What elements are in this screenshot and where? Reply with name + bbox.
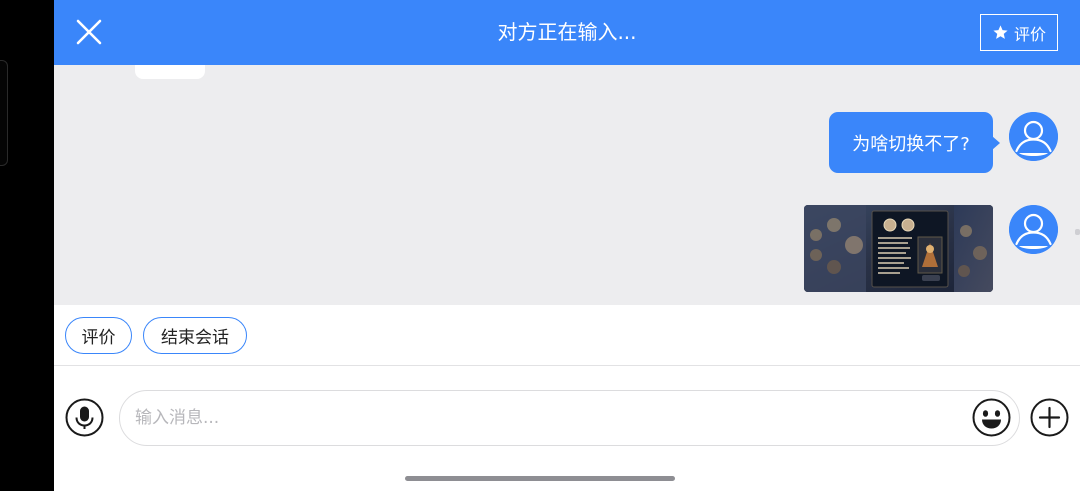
chat-app: 对方正在输入... 评价 为啥切换不了? 评价 结束会话 输入消息... (54, 0, 1080, 491)
message-list[interactable]: 为啥切换不了? (54, 65, 1080, 305)
bubble-tail (992, 136, 1000, 150)
star-icon (993, 25, 1008, 39)
message-image[interactable] (804, 205, 993, 292)
device-edge-notch (0, 60, 8, 166)
message-text: 为啥切换不了? (852, 133, 970, 155)
emoji-button[interactable] (972, 398, 1011, 437)
header-bar: 对方正在输入... 评价 (54, 0, 1080, 65)
microphone-icon (65, 398, 104, 437)
quick-action-end-session[interactable]: 结束会话 (143, 317, 247, 354)
left-device-bezel (0, 0, 54, 491)
rate-button-label: 评价 (1013, 24, 1046, 44)
quick-action-label: 结束会话 (161, 328, 229, 348)
quick-action-rate[interactable]: 评价 (65, 317, 132, 354)
user-avatar-icon (1009, 205, 1058, 254)
header-title: 对方正在输入... (497, 20, 637, 44)
rate-button[interactable]: 评价 (980, 14, 1058, 51)
message-bubble-text[interactable]: 为啥切换不了? (829, 112, 1000, 173)
message-input[interactable] (119, 390, 1020, 446)
more-options-button[interactable] (1030, 398, 1069, 437)
quick-actions-bar: 评价 结束会话 (54, 305, 1080, 366)
game-screenshot-image (804, 205, 993, 292)
user-avatar-icon (1009, 112, 1058, 161)
scrollbar-indicator[interactable] (1075, 229, 1080, 235)
voice-input-button[interactable] (65, 398, 104, 437)
plus-circle-icon (1030, 398, 1069, 437)
previous-message-bubble[interactable] (135, 65, 205, 79)
quick-action-label: 评价 (81, 328, 116, 348)
avatar[interactable] (1009, 205, 1058, 254)
composer-bar (54, 366, 1080, 491)
home-indicator[interactable] (405, 476, 675, 481)
emoji-icon (972, 398, 1011, 437)
avatar[interactable] (1009, 112, 1058, 161)
